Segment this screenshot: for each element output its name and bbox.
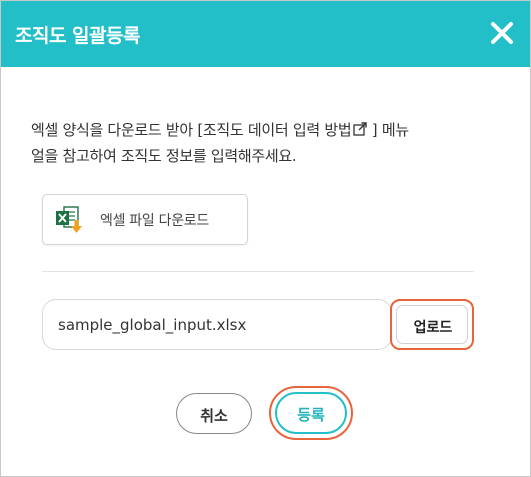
- excel-download-icon: [56, 206, 82, 233]
- file-name-value: sample_global_input.xlsx: [58, 316, 247, 334]
- confirm-button-highlight: 등록: [269, 386, 353, 440]
- bulk-register-dialog: 조직도 일괄등록 엑셀 양식을 다운로드 받아 [조직도 데이터 입력 방법 ]…: [0, 0, 531, 477]
- close-icon: [491, 22, 513, 44]
- dialog-title: 조직도 일괄등록: [15, 25, 140, 47]
- register-button-label: 등록: [297, 406, 325, 424]
- cancel-button-label: 취소: [200, 407, 228, 425]
- external-link-icon[interactable]: [353, 122, 368, 136]
- upload-button-highlight: 업로드: [390, 299, 474, 350]
- section-divider: [42, 271, 474, 272]
- instruction-text: 엑셀 양식을 다운로드 받아 [조직도 데이터 입력 방법 ] 메뉴 얼을 참고…: [31, 117, 511, 169]
- close-button[interactable]: [489, 20, 515, 46]
- register-button[interactable]: 등록: [275, 392, 347, 434]
- dialog-header: 조직도 일괄등록: [1, 1, 530, 67]
- instruction-line1-suffix: ] 메뉴: [367, 121, 409, 139]
- instruction-line2: 얼을 참고하여 조직도 정보를 입력해주세요.: [31, 147, 297, 165]
- excel-download-button[interactable]: 엑셀 파일 다운로드: [42, 194, 248, 245]
- upload-button-label: 업로드: [413, 320, 453, 336]
- upload-button[interactable]: 업로드: [396, 305, 468, 344]
- excel-download-label: 엑셀 파일 다운로드: [100, 213, 209, 229]
- instruction-line1-prefix: 엑셀 양식을 다운로드 받아 [조직도 데이터 입력 방법: [31, 121, 352, 139]
- cancel-button[interactable]: 취소: [176, 393, 252, 434]
- file-name-field[interactable]: sample_global_input.xlsx: [42, 299, 392, 350]
